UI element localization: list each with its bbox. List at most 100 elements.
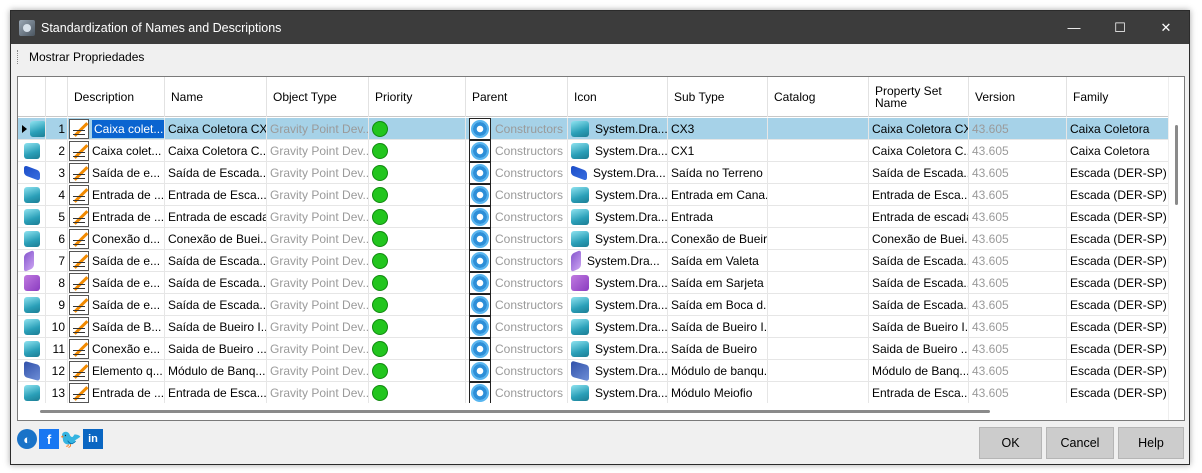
icon-cell[interactable]: System.Dra...: [568, 184, 668, 206]
family-cell[interactable]: Escada (DER-SP): [1067, 272, 1170, 294]
header-version[interactable]: Version: [969, 77, 1067, 117]
parent-cell[interactable]: Constructors: [466, 184, 568, 206]
catalog-cell[interactable]: [768, 140, 869, 162]
sub-type-cell[interactable]: Entrada: [668, 206, 768, 228]
family-cell[interactable]: Escada (DER-SP): [1067, 382, 1170, 404]
object-type-cell[interactable]: Gravity Point Dev...: [267, 382, 369, 404]
sub-type-cell[interactable]: Saída em Valeta: [668, 250, 768, 272]
table-row[interactable]: 9 Saída de e... Saída de Escada... Gravity …: [18, 294, 1170, 316]
table-row[interactable]: 11 Conexão e... Saida de Bueiro ... Gravity…: [18, 338, 1170, 360]
sub-type-cell[interactable]: Saída em Boca d...: [668, 294, 768, 316]
parent-cell[interactable]: Constructors: [466, 118, 568, 140]
object-type-cell[interactable]: Gravity Point Dev...: [267, 360, 369, 382]
priority-cell[interactable]: [369, 316, 466, 338]
name-cell[interactable]: Saida de Bueiro ...: [165, 338, 267, 360]
icon-cell[interactable]: System.Dra...: [568, 382, 668, 404]
object-type-cell[interactable]: Gravity Point Dev...: [267, 228, 369, 250]
property-set-name-cell[interactable]: Saída de Escada...: [869, 162, 969, 184]
description-cell[interactable]: Elemento q...: [68, 360, 165, 382]
header-sub-type[interactable]: Sub Type: [668, 77, 768, 117]
family-cell[interactable]: Escada (DER-SP): [1067, 360, 1170, 382]
help-button[interactable]: Help: [1118, 427, 1184, 459]
icon-cell[interactable]: System.Dra...: [568, 228, 668, 250]
minimize-button[interactable]: —: [1051, 11, 1097, 44]
version-cell[interactable]: 43.605: [969, 140, 1067, 162]
sub-type-cell[interactable]: Entrada em Cana...: [668, 184, 768, 206]
version-cell[interactable]: 43.605: [969, 118, 1067, 140]
object-type-cell[interactable]: Gravity Point Dev...: [267, 118, 369, 140]
catalog-cell[interactable]: [768, 162, 869, 184]
version-cell[interactable]: 43.605: [969, 228, 1067, 250]
edit-pencil-icon[interactable]: [69, 119, 89, 139]
name-cell[interactable]: Entrada de Esca...: [165, 382, 267, 404]
object-type-cell[interactable]: Gravity Point Dev...: [267, 162, 369, 184]
name-cell[interactable]: Saída de Escada...: [165, 272, 267, 294]
row-indicator[interactable]: [18, 360, 46, 382]
name-cell[interactable]: Entrada de escada: [165, 206, 267, 228]
catalog-cell[interactable]: [768, 360, 869, 382]
edit-pencil-icon[interactable]: [69, 141, 89, 161]
edit-pencil-icon[interactable]: [69, 163, 89, 183]
property-set-name-cell[interactable]: Saída de Bueiro I...: [869, 316, 969, 338]
sub-type-cell[interactable]: CX1: [668, 140, 768, 162]
row-indicator[interactable]: [18, 250, 46, 272]
family-cell[interactable]: Escada (DER-SP): [1067, 250, 1170, 272]
table-row[interactable]: 5 Entrada de ... Entrada de escada Gravity …: [18, 206, 1170, 228]
property-set-name-cell[interactable]: Saída de Escada...: [869, 294, 969, 316]
parent-cell[interactable]: Constructors: [466, 382, 568, 404]
property-set-name-cell[interactable]: Entrada de Esca...: [869, 184, 969, 206]
version-cell[interactable]: 43.605: [969, 272, 1067, 294]
table-row[interactable]: 6 Conexão d... Conexão de Buei... Gravity P…: [18, 228, 1170, 250]
property-set-name-cell[interactable]: Conexão de Buei...: [869, 228, 969, 250]
property-set-name-cell[interactable]: Caixa Coletora C...: [869, 140, 969, 162]
row-indicator[interactable]: [18, 294, 46, 316]
property-set-name-cell[interactable]: Caixa Coletora CX3: [869, 118, 969, 140]
description-cell[interactable]: Entrada de ...: [68, 382, 165, 404]
app-logo-icon[interactable]: ◐: [17, 429, 37, 449]
edit-pencil-icon[interactable]: [69, 339, 89, 359]
object-type-cell[interactable]: Gravity Point Dev...: [267, 272, 369, 294]
table-row[interactable]: 10 Saída de B... Saída de Bueiro I... Gravi…: [18, 316, 1170, 338]
catalog-cell[interactable]: [768, 294, 869, 316]
parent-cell[interactable]: Constructors: [466, 206, 568, 228]
property-set-name-cell[interactable]: Entrada de escada: [869, 206, 969, 228]
family-cell[interactable]: Caixa Coletora: [1067, 140, 1170, 162]
edit-pencil-icon[interactable]: [69, 273, 89, 293]
family-cell[interactable]: Caixa Coletora: [1067, 118, 1170, 140]
name-cell[interactable]: Saída de Escada...: [165, 294, 267, 316]
family-cell[interactable]: Escada (DER-SP): [1067, 338, 1170, 360]
description-cell[interactable]: Saída de B...: [68, 316, 165, 338]
priority-cell[interactable]: [369, 338, 466, 360]
row-indicator[interactable]: [18, 140, 46, 162]
priority-cell[interactable]: [369, 162, 466, 184]
sub-type-cell[interactable]: Módulo Meiofio: [668, 382, 768, 404]
property-set-name-cell[interactable]: Saida de Bueiro ...: [869, 338, 969, 360]
edit-pencil-icon[interactable]: [69, 317, 89, 337]
priority-cell[interactable]: [369, 250, 466, 272]
object-type-cell[interactable]: Gravity Point Dev...: [267, 250, 369, 272]
icon-cell[interactable]: System.Dra...: [568, 338, 668, 360]
version-cell[interactable]: 43.605: [969, 250, 1067, 272]
row-indicator[interactable]: [18, 382, 46, 404]
version-cell[interactable]: 43.605: [969, 338, 1067, 360]
name-cell[interactable]: Conexão de Buei...: [165, 228, 267, 250]
catalog-cell[interactable]: [768, 184, 869, 206]
header-description[interactable]: Description: [68, 77, 165, 117]
catalog-cell[interactable]: [768, 316, 869, 338]
version-cell[interactable]: 43.605: [969, 162, 1067, 184]
catalog-cell[interactable]: [768, 206, 869, 228]
edit-pencil-icon[interactable]: [69, 383, 89, 403]
icon-cell[interactable]: System.Dra...: [568, 206, 668, 228]
description-cell[interactable]: Saída de e...: [68, 294, 165, 316]
description-cell[interactable]: Saída de e...: [68, 250, 165, 272]
family-cell[interactable]: Escada (DER-SP): [1067, 228, 1170, 250]
edit-pencil-icon[interactable]: [69, 229, 89, 249]
table-row[interactable]: 12 Elemento q... Módulo de Banq... Gravity …: [18, 360, 1170, 382]
edit-pencil-icon[interactable]: [69, 185, 89, 205]
edit-pencil-icon[interactable]: [69, 295, 89, 315]
header-object-type[interactable]: Object Type: [267, 77, 369, 117]
catalog-cell[interactable]: [768, 272, 869, 294]
row-indicator[interactable]: [18, 184, 46, 206]
family-cell[interactable]: Escada (DER-SP): [1067, 206, 1170, 228]
name-cell[interactable]: Saída de Escada...: [165, 162, 267, 184]
